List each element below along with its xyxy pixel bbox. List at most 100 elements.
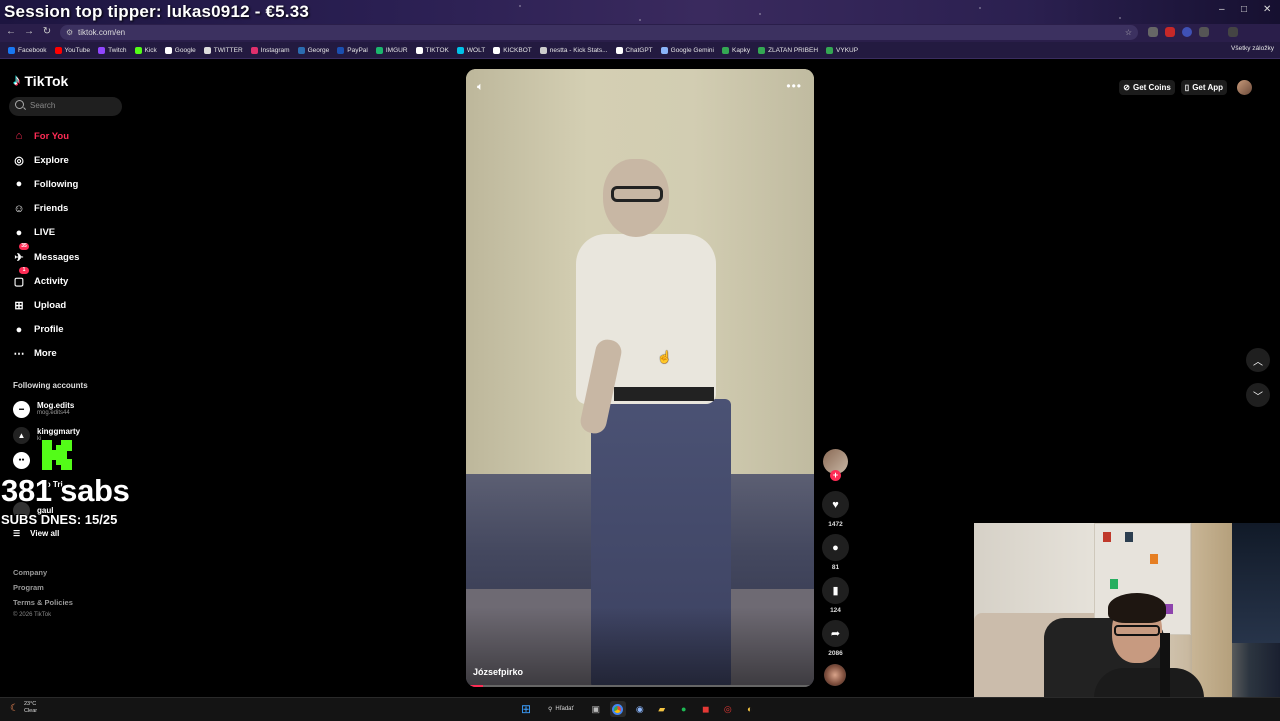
bookmark-item[interactable]: ZLATAN PRIBEH (754, 46, 822, 54)
follow-plus-icon[interactable]: + (830, 470, 841, 481)
share-action[interactable]: ➦ 2086 (822, 620, 849, 657)
like-count: 1472 (828, 521, 843, 528)
bookmark-item[interactable]: Facebook (4, 46, 51, 54)
sidebar-item-profile[interactable]: ● Profile (11, 318, 151, 342)
taskbar-search[interactable]: ⚲ Hľadať (540, 701, 582, 717)
bookmark-item[interactable]: VYKUP (822, 46, 862, 54)
view-all-button[interactable]: ☰ View all (13, 529, 59, 538)
sidebar-item-label: For You (34, 130, 70, 142)
sidebar-item-activity[interactable]: ▢ 1 Activity (11, 267, 151, 293)
bookmark-item[interactable]: Kapky (718, 46, 754, 54)
following-account[interactable]: ●● (13, 449, 37, 471)
tiktok-logo[interactable]: ♪ TikTok (13, 72, 68, 89)
phone-icon: ▯ (1184, 83, 1190, 92)
music-disc-icon[interactable] (824, 664, 846, 686)
heart-icon[interactable]: ♥ (822, 491, 849, 518)
bookmark-favicon-icon (826, 46, 834, 54)
volume-icon[interactable]: 🔈︎ (477, 81, 484, 94)
footer-link-terms[interactable]: Terms & Policies (13, 595, 73, 610)
webcam-person-hair (1108, 593, 1166, 623)
live-icon: ● (15, 226, 23, 239)
bookmark-item[interactable]: TIKTOK (412, 46, 453, 54)
menu-icon[interactable] (1228, 27, 1238, 37)
bookmark-item[interactable]: Kick (131, 46, 161, 54)
site-info-icon[interactable]: ⚙ (66, 25, 73, 40)
more-options-icon[interactable]: ••• (786, 79, 802, 93)
minimize-button[interactable]: – (1219, 4, 1225, 15)
bookmark-item[interactable]: KICKBOT (489, 46, 536, 54)
task-view-icon[interactable]: ▣ (588, 701, 604, 717)
bookmark-item[interactable]: George (294, 46, 334, 54)
footer-link-company[interactable]: Company (13, 565, 73, 580)
app-icon[interactable]: ◎ (720, 701, 736, 717)
share-icon[interactable]: ➦ (822, 620, 849, 647)
save-action[interactable]: ▮ 124 (822, 577, 849, 614)
following-account[interactable]: ━ Mog.edits mog.edits44 (13, 398, 74, 420)
bookmark-star-icon[interactable]: ☆ (1125, 25, 1132, 40)
extension-icon[interactable] (1182, 27, 1192, 37)
bookmark-icon[interactable]: ▮ (822, 577, 849, 604)
bookmark-item[interactable]: PayPal (333, 46, 372, 54)
next-video-button[interactable]: ﹀ (1246, 383, 1270, 407)
avatar: ━ (13, 400, 30, 418)
extensions-puzzle-icon[interactable] (1199, 27, 1209, 37)
extension-icon[interactable] (1148, 27, 1158, 37)
sidebar-item-friends[interactable]: ☺ Friends (11, 197, 151, 221)
footer-link-program[interactable]: Program (13, 580, 73, 595)
back-button[interactable]: ← (4, 26, 18, 37)
get-app-button[interactable]: ▯ Get App (1180, 80, 1227, 95)
bookmark-item[interactable]: YouTube (51, 46, 95, 54)
tiktok-note-icon: ♪ (13, 72, 21, 89)
sidebar-item-upload[interactable]: ⊞ Upload (11, 293, 151, 317)
bookmark-item[interactable]: Instagram (247, 46, 294, 54)
file-explorer-icon[interactable]: ▰ (654, 701, 670, 717)
comment-action[interactable]: ● 81 (822, 534, 849, 571)
bookmark-item[interactable]: Google Gemini (657, 46, 718, 54)
previous-video-button[interactable]: ︿ (1246, 348, 1270, 372)
sidebar-item-live[interactable]: ● LIVE (11, 221, 151, 245)
sidebar-item-following[interactable]: ● Following (11, 172, 151, 196)
chrome-icon[interactable] (609, 701, 626, 717)
bookmarks-list: Facebook YouTube Twitch Kick Google TWITTER In… (4, 42, 862, 58)
bookmark-item[interactable]: nestta - Kick Stats... (536, 46, 612, 54)
app-icon[interactable]: ◐ (742, 701, 758, 717)
get-coins-button[interactable]: ⊘ Get Coins (1119, 80, 1175, 95)
bookmark-item[interactable]: WOLT (453, 46, 489, 54)
spotify-icon[interactable]: ● (676, 701, 692, 717)
windows-start-icon[interactable]: ⊞ (518, 701, 534, 717)
sidebar-item-for-you[interactable]: ⌂ For You (11, 124, 151, 148)
video-progress-bar[interactable] (466, 685, 814, 687)
search-input[interactable]: Search (9, 97, 122, 116)
view-all-label: View all (30, 529, 60, 538)
reload-button[interactable]: ↻ (40, 26, 54, 37)
bookmark-item[interactable]: ChatGPT (612, 46, 657, 54)
following-accounts-title: Following accounts (13, 381, 88, 390)
video-player[interactable]: 🔈︎ ••• Józsefpirko (466, 69, 814, 687)
close-window-button[interactable]: ✕ (1263, 4, 1271, 15)
comment-icon[interactable]: ● (822, 534, 849, 561)
sidebar-item-messages[interactable]: ✈ 35 Messages (11, 242, 151, 269)
list-icon: ☰ (13, 529, 21, 538)
obs-icon[interactable]: ◼ (698, 701, 714, 717)
discord-icon[interactable]: ◉ (632, 701, 648, 717)
extension-icon[interactable] (1165, 27, 1175, 37)
all-bookmarks-button[interactable]: Všetky záložky (1231, 45, 1274, 52)
weather-widget[interactable]: ☾ 23°C Clear (10, 701, 37, 715)
bookmark-item[interactable]: Google (161, 46, 200, 54)
bookmark-label: Google (174, 46, 196, 54)
forward-button[interactable]: → (22, 26, 36, 37)
bookmark-favicon-icon (164, 46, 172, 54)
address-bar[interactable]: ⚙ tiktok.com/en ☆ (60, 25, 1138, 40)
sidebar-item-label: Friends (34, 203, 69, 215)
bookmark-item[interactable]: IMGUR (372, 46, 412, 54)
sidebar-item-explore[interactable]: ◎ Explore (11, 148, 151, 172)
sidebar-item-label: Upload (34, 299, 67, 311)
maximize-button[interactable]: □ (1241, 4, 1247, 15)
sidebar-item-more[interactable]: ⋯ More (11, 342, 151, 366)
bookmark-item[interactable]: TWITTER (200, 46, 247, 54)
taskbar-search-label: Hľadať (555, 706, 574, 712)
user-avatar[interactable] (1237, 80, 1252, 95)
bookmark-item[interactable]: Twitch (94, 46, 130, 54)
like-action[interactable]: ♥ 1472 (822, 491, 849, 528)
video-author[interactable]: Józsefpirko (473, 667, 523, 677)
